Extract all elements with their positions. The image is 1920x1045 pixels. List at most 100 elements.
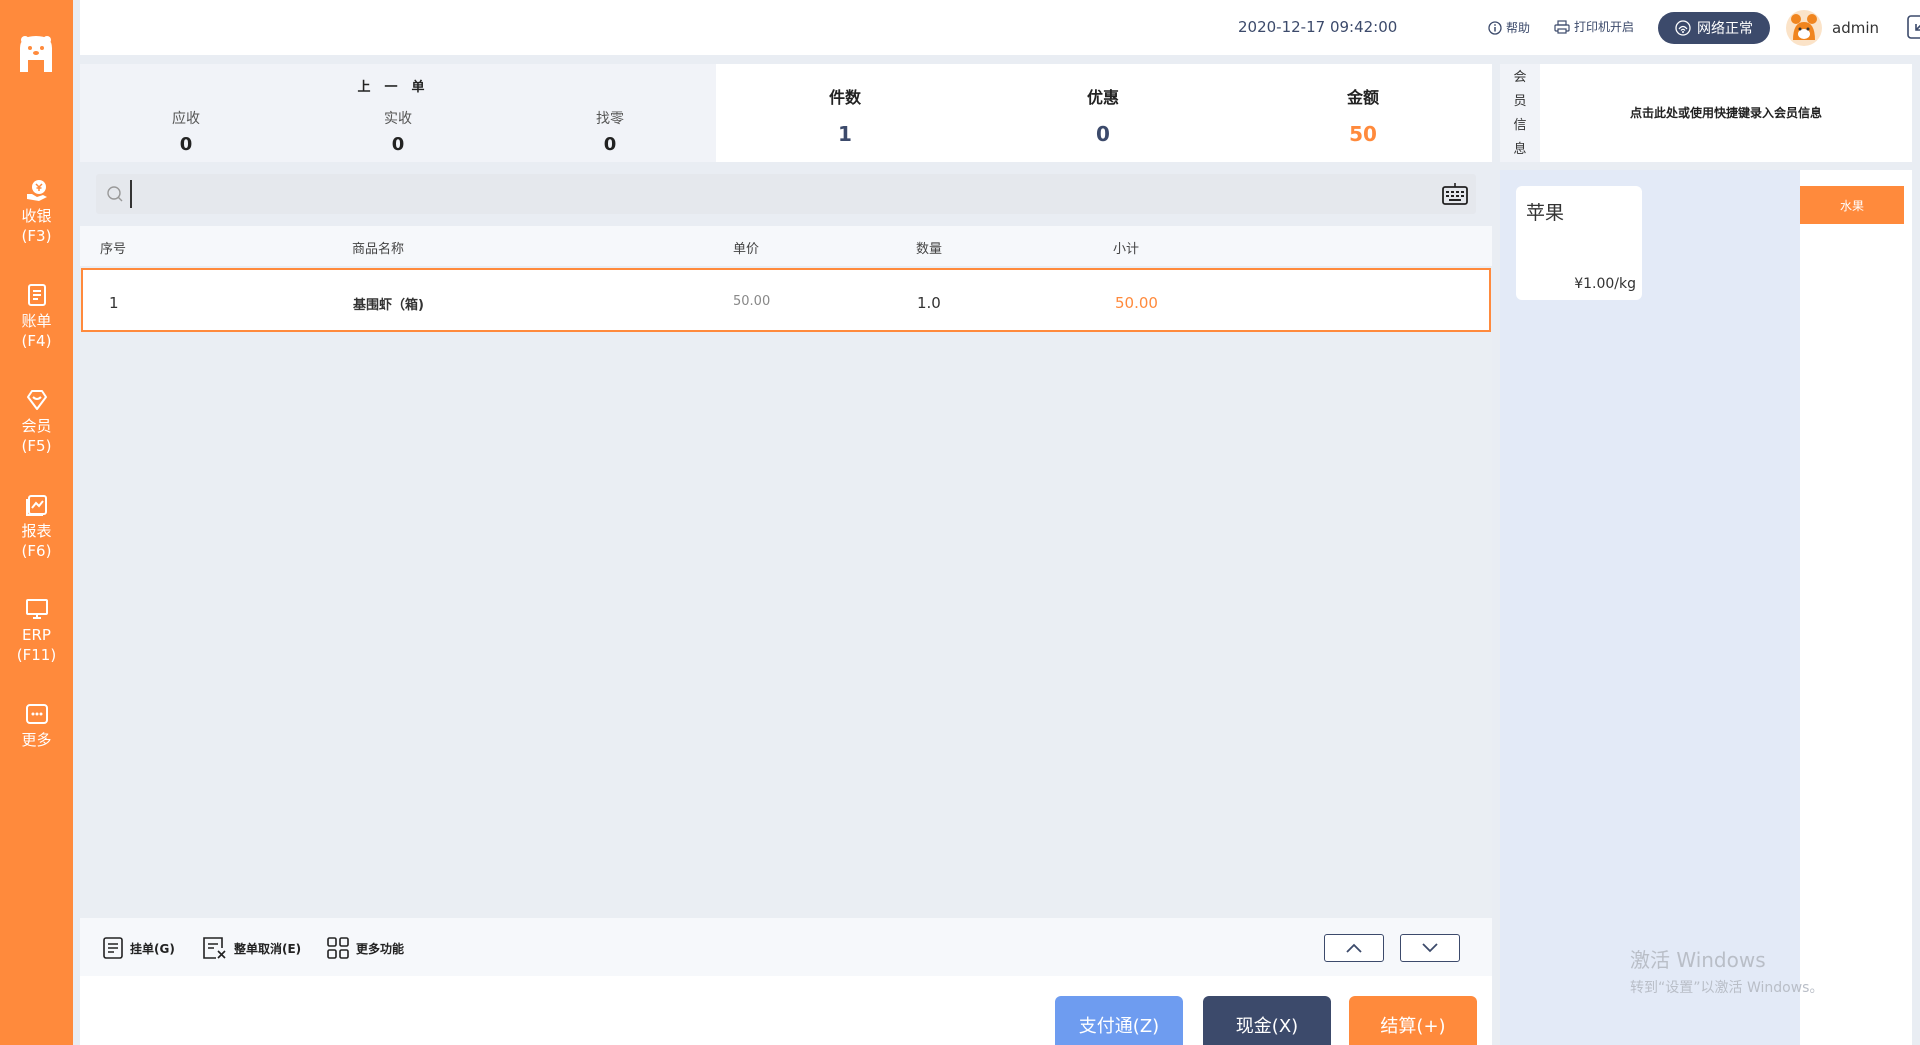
previous-order-panel: 上一单 应收 0 实收 0 找零 0 [80, 64, 716, 162]
sidebar-item-more[interactable]: 更多 [0, 702, 73, 750]
goods-name: 苹果 [1526, 202, 1565, 224]
receivable-cell: 应收 0 [80, 108, 292, 155]
network-icon [1675, 20, 1691, 36]
sidebar-item-report[interactable]: 报表 (F6) [0, 493, 73, 561]
sidebar-item-bill[interactable]: 账单 (F4) [0, 283, 73, 351]
discount-value: 0 [1096, 122, 1110, 146]
sidebar-shortcut: (F11) [16, 646, 57, 664]
hold-order-label: 挂单(G) [130, 941, 175, 956]
more-icon [25, 704, 48, 724]
column-header: 数量 [916, 242, 943, 257]
count-cell: 件数 1 [716, 84, 974, 146]
grid-icon [327, 937, 349, 959]
payment-bar: 支付通(Z) 现金(X) 结算(+) [80, 976, 1492, 1045]
column-header: 序号 [100, 242, 127, 257]
column-header: 商品名称 [352, 242, 405, 257]
row-price: 50.00 [733, 294, 771, 309]
amount-label: 金额 [1346, 88, 1379, 107]
receivable-value: 0 [179, 134, 193, 155]
received-label: 实收 [384, 111, 412, 127]
avatar[interactable] [1786, 10, 1822, 46]
sidebar-shortcut: (F4) [21, 332, 52, 350]
member-title-char: 息 [1513, 142, 1527, 157]
chevron-up-icon [1346, 943, 1362, 953]
sidebar-shortcut: (F6) [21, 542, 52, 560]
sidebar: 收银 (F3) 账单 (F4) 会员 (F5) 报表 (F6) ERP (F11… [0, 0, 73, 1045]
count-value: 1 [838, 122, 852, 146]
scroll-up-button[interactable] [1324, 934, 1384, 962]
network-status-badge[interactable]: 网络正常 [1658, 12, 1770, 44]
change-cell: 找零 0 [504, 108, 716, 155]
settle-button[interactable]: 结算(+) [1349, 996, 1477, 1045]
sidebar-label: 收银 [21, 207, 52, 225]
keyboard-icon[interactable] [1442, 182, 1468, 206]
settle-label: 结算(+) [1380, 1016, 1446, 1037]
chevron-down-icon [1422, 943, 1438, 953]
column-header: 小计 [1113, 242, 1140, 257]
table-row[interactable]: 1 基围虾（箱) 50.00 1.0 50.00 [81, 268, 1491, 332]
column-header: 单价 [733, 242, 760, 257]
help-label: 帮助 [1506, 21, 1531, 35]
cash-pay-label: 现金(X) [1235, 1016, 1299, 1037]
watermark-subtitle: 转到“设置”以激活 Windows。 [1630, 980, 1824, 996]
watermark-title: 激活 Windows [1630, 948, 1766, 972]
category-list: 水果 [1800, 170, 1912, 1045]
table-header: 序号 商品名称 单价 数量 小计 [80, 226, 1492, 266]
member-info-panel[interactable]: 会 员 信 息 点击此处或使用快捷键录入会员信息 [1500, 64, 1912, 162]
previous-order-title: 上一单 [357, 80, 439, 95]
search-bar [96, 174, 1476, 214]
goods-price: ¥1.00/kg [1574, 276, 1636, 292]
hold-order-button[interactable]: 挂单(G) [102, 936, 175, 960]
cancel-order-label: 整单取消(E) [234, 941, 302, 956]
app-logo-icon [20, 36, 52, 72]
help-link[interactable]: 帮助 [1488, 19, 1530, 36]
sidebar-shortcut: (F5) [21, 437, 52, 455]
windows-activation-watermark: 激活 Windows 转到“设置”以激活 Windows。 [1630, 944, 1823, 997]
member-title-char: 信 [1513, 118, 1527, 133]
cashier-icon [26, 180, 47, 201]
search-icon [107, 186, 123, 202]
more-functions-label: 更多功能 [356, 941, 405, 956]
change-label: 找零 [596, 111, 624, 127]
amount-value: 50 [1349, 122, 1377, 146]
sidebar-item-erp[interactable]: ERP (F11) [0, 597, 73, 665]
category-label: 水果 [1839, 198, 1864, 213]
top-bar: 2020-12-17 09:42:00 帮助 打印机开启 网络正常 admin [80, 0, 1920, 55]
search-input[interactable] [130, 180, 1420, 208]
cash-pay-button[interactable]: 现金(X) [1203, 996, 1331, 1045]
cancel-order-icon [203, 937, 226, 959]
row-subtotal: 50.00 [1115, 294, 1158, 312]
bill-icon [27, 284, 46, 306]
member-title-char: 会 [1513, 70, 1527, 85]
goods-grid: 苹果 ¥1.00/kg [1500, 170, 1800, 1045]
goods-card[interactable]: 苹果 ¥1.00/kg [1516, 186, 1642, 300]
more-functions-button[interactable]: 更多功能 [326, 936, 404, 960]
sidebar-shortcut: (F3) [21, 227, 52, 245]
zft-pay-button[interactable]: 支付通(Z) [1055, 996, 1183, 1045]
amount-cell: 金额 50 [1234, 84, 1492, 146]
change-value: 0 [603, 134, 617, 155]
monitor-icon [25, 599, 48, 619]
datetime: 2020-12-17 09:42:00 [1238, 18, 1398, 36]
printer-status[interactable]: 打印机开启 [1554, 18, 1634, 35]
current-totals-panel: 件数 1 优惠 0 金额 50 [716, 64, 1492, 162]
sidebar-label: 会员 [21, 417, 52, 435]
category-item[interactable]: 水果 [1800, 186, 1904, 224]
sidebar-label: ERP [22, 626, 51, 644]
report-icon [25, 495, 47, 516]
cancel-order-button[interactable]: 整单取消(E) [202, 936, 301, 960]
printer-label: 打印机开启 [1574, 20, 1635, 34]
sidebar-label: 账单 [21, 312, 52, 330]
info-icon [1488, 20, 1502, 35]
member-icon [26, 390, 47, 410]
sidebar-item-member[interactable]: 会员 (F5) [0, 388, 73, 456]
row-name: 基围虾（箱) [353, 298, 424, 313]
action-toolbar: 挂单(G) 整单取消(E) 更多功能 [80, 918, 1492, 976]
minimize-icon[interactable] [1907, 15, 1920, 39]
scroll-down-button[interactable] [1400, 934, 1460, 962]
discount-cell: 优惠 0 [974, 84, 1232, 146]
member-entry-hint[interactable]: 点击此处或使用快捷键录入会员信息 [1540, 104, 1912, 121]
received-cell: 实收 0 [292, 108, 504, 155]
sidebar-item-cashier[interactable]: 收银 (F3) [0, 178, 73, 246]
discount-label: 优惠 [1086, 88, 1119, 107]
